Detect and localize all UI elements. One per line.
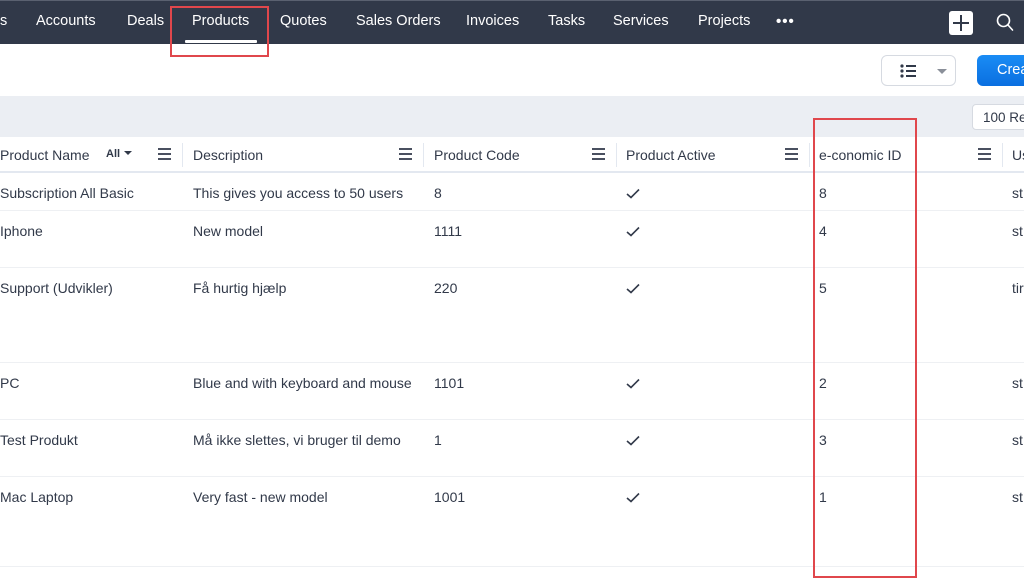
table-row[interactable]: PC Blue and with keyboard and mouse 1101 2 s… <box>0 363 1024 420</box>
nav-item-invoices[interactable]: Invoices <box>466 13 519 29</box>
column-menu-icon[interactable] <box>399 148 412 160</box>
column-menu-icon[interactable] <box>158 148 171 160</box>
checkmark-icon <box>626 378 640 389</box>
list-toolbar <box>0 44 1024 96</box>
cell-usage-unit: st <box>1012 185 1023 201</box>
column-resize-handle[interactable] <box>423 143 424 167</box>
product-name-filter[interactable]: All <box>106 148 133 160</box>
table-row[interactable]: Mac Laptop Very fast - new model 1001 1 st <box>0 477 1024 567</box>
column-header-description[interactable]: Description <box>193 137 263 171</box>
active-tab-indicator <box>185 40 257 43</box>
table-row[interactable]: Support (Udvikler) Få hurtig hjælp 220 5 tir <box>0 268 1024 363</box>
checkmark-icon <box>626 492 640 503</box>
column-resize-handle[interactable] <box>1002 143 1003 167</box>
cell-product-code: 1111 <box>434 223 463 239</box>
cell-usage-unit: st <box>1012 375 1023 391</box>
column-resize-handle[interactable] <box>182 143 183 167</box>
column-menu-icon[interactable] <box>592 148 605 160</box>
nav-item-sales-orders[interactable]: Sales Orders <box>356 13 441 29</box>
table-row[interactable]: Test Produkt Må ikke slettes, vi bruger t… <box>0 420 1024 477</box>
create-product-button[interactable]: Create <box>977 55 1024 86</box>
top-nav: s Accounts Deals Products Quotes Sales O… <box>0 0 1024 44</box>
cell-product-code: 220 <box>434 280 458 296</box>
quick-create-plus-icon[interactable] <box>949 11 973 35</box>
nav-item-services[interactable]: Services <box>613 13 669 29</box>
more-modules-icon[interactable]: ••• <box>776 13 795 30</box>
checkmark-icon <box>626 283 640 294</box>
cell-description: This gives you access to 50 users <box>193 185 404 201</box>
column-header-product-name[interactable]: Product Name <box>0 137 89 171</box>
nav-item-partial[interactable]: s <box>0 13 7 29</box>
cell-economic-id: 5 <box>819 280 827 296</box>
column-menu-icon[interactable] <box>978 148 991 160</box>
nav-item-projects[interactable]: Projects <box>698 13 750 29</box>
cell-product-name[interactable]: PC <box>0 375 19 391</box>
cell-product-code: 8 <box>434 185 442 201</box>
checkmark-icon <box>626 226 640 237</box>
column-header-product-code[interactable]: Product Code <box>434 137 520 171</box>
nav-item-tasks[interactable]: Tasks <box>548 13 585 29</box>
column-resize-handle[interactable] <box>616 143 617 167</box>
cell-product-name[interactable]: Test Produkt <box>0 432 78 448</box>
cell-description: New model <box>193 223 264 239</box>
column-header-usage-unit[interactable]: Us <box>1012 137 1024 171</box>
cell-usage-unit: tir <box>1012 280 1024 296</box>
chevron-down-icon <box>937 69 947 74</box>
cell-description: Få hurtig hjælp <box>193 280 287 296</box>
cell-description: Blue and with keyboard and mouse <box>193 375 412 391</box>
records-per-page-select[interactable]: 100 Records <box>972 104 1024 130</box>
cell-economic-id: 4 <box>819 223 827 239</box>
cell-description: Very fast - new model <box>193 489 328 505</box>
cell-economic-id: 2 <box>819 375 827 391</box>
table-row[interactable]: Subscription All Basic This gives you acc… <box>0 173 1024 211</box>
column-header-economic-id[interactable]: e-conomic ID <box>819 137 901 171</box>
cell-economic-id: 3 <box>819 432 827 448</box>
cell-usage-unit: st <box>1012 432 1023 448</box>
view-switcher[interactable] <box>881 55 956 86</box>
cell-product-name[interactable]: Subscription All Basic <box>0 185 134 201</box>
cell-product-code: 1001 <box>434 489 466 505</box>
cell-description: Må ikke slettes, vi bruger til demo <box>193 432 401 448</box>
cell-product-name[interactable]: Support (Udvikler) <box>0 280 113 296</box>
table-header: Product Name All Description Product Cod… <box>0 137 1024 173</box>
nav-item-accounts[interactable]: Accounts <box>36 13 96 29</box>
search-icon[interactable] <box>996 13 1014 33</box>
column-resize-handle[interactable] <box>809 143 810 167</box>
filter-bar <box>0 96 1024 137</box>
caret-down-icon <box>124 151 133 155</box>
cell-product-name[interactable]: Mac Laptop <box>0 489 73 505</box>
nav-item-quotes[interactable]: Quotes <box>280 13 327 29</box>
table-row[interactable]: Iphone New model 1111 4 st <box>0 211 1024 268</box>
nav-item-deals[interactable]: Deals <box>127 13 164 29</box>
list-view-icon <box>900 64 916 78</box>
cell-economic-id: 1 <box>819 489 827 505</box>
cell-product-code: 1101 <box>434 375 465 391</box>
filter-label: All <box>106 148 121 160</box>
cell-product-name[interactable]: Iphone <box>0 223 43 239</box>
column-menu-icon[interactable] <box>785 148 798 160</box>
cell-usage-unit: st <box>1012 489 1023 505</box>
cell-usage-unit: st <box>1012 223 1023 239</box>
cell-economic-id: 8 <box>819 185 827 201</box>
column-header-product-active[interactable]: Product Active <box>626 137 716 171</box>
nav-item-products[interactable]: Products <box>192 13 249 29</box>
checkmark-icon <box>626 435 640 446</box>
cell-product-code: 1 <box>434 432 442 448</box>
checkmark-icon <box>626 188 640 199</box>
